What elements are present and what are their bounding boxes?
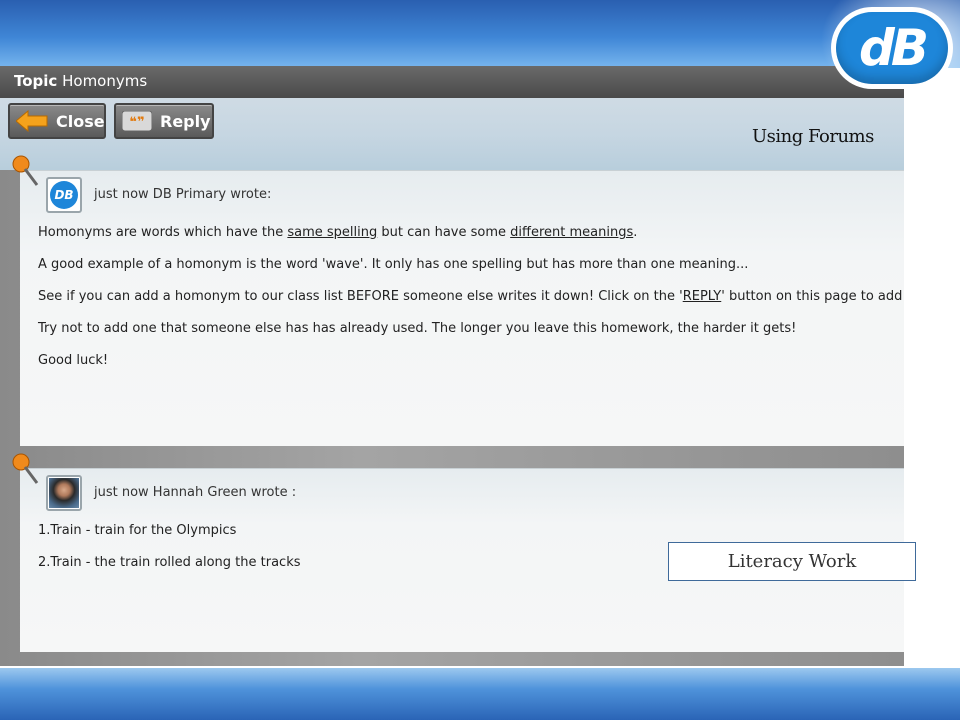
topic-title: Homonyms	[62, 72, 148, 90]
slide-heading: Using Forums	[752, 126, 874, 147]
post-line: A good example of a homonym is the word …	[38, 257, 749, 272]
post-body: Homonyms are words which have the same s…	[38, 225, 904, 385]
db-primary-avatar: DB	[50, 181, 78, 209]
post-line: Homonyms are words which have the same s…	[38, 225, 638, 240]
close-button-label: Close	[56, 111, 105, 131]
post-line: Good luck!	[38, 353, 109, 368]
topic-bar: Topic Homonyms	[0, 66, 904, 98]
slide-caption-box: Literacy Work	[668, 542, 916, 581]
pushpin-icon	[10, 153, 42, 187]
topic-label: Topic	[14, 72, 58, 90]
reply-button[interactable]: ❝❞ Reply	[114, 103, 214, 139]
hannah-green-avatar	[49, 478, 79, 508]
pushpin-icon	[10, 451, 42, 485]
post-header: just now DB Primary wrote:	[94, 187, 272, 202]
svg-text:❝❞: ❝❞	[129, 115, 144, 130]
avatar	[46, 475, 82, 511]
top-banner	[0, 0, 960, 68]
quote-icon: ❝❞	[122, 111, 152, 131]
bottom-banner	[0, 668, 960, 720]
forum-post: DB just now DB Primary wrote: Homonyms a…	[12, 155, 904, 446]
db-logo: dB	[836, 12, 948, 84]
post-header: just now Hannah Green wrote :	[94, 485, 297, 500]
post-line: 1.Train - train for the Olympics	[38, 523, 237, 538]
post-line: See if you can add a homonym to our clas…	[38, 289, 904, 304]
arrow-left-icon	[16, 110, 48, 132]
post-line: Try not to add one that someone else has…	[38, 321, 797, 336]
close-button[interactable]: Close	[8, 103, 106, 139]
avatar: DB	[46, 177, 82, 213]
reply-button-label: Reply	[160, 111, 211, 131]
